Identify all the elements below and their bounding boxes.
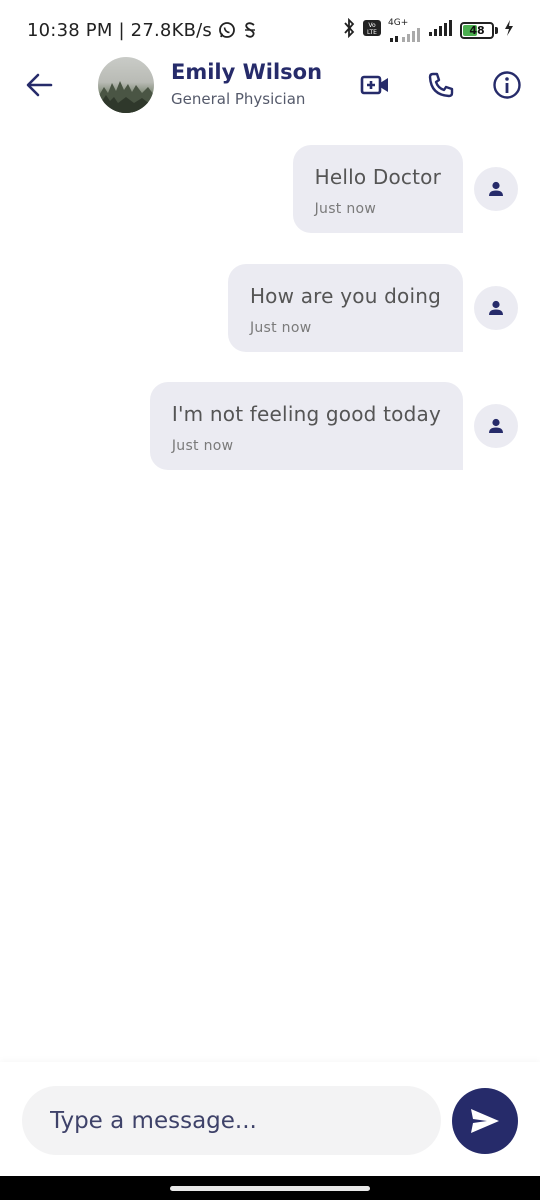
person-icon (489, 418, 503, 433)
battery-cap (495, 26, 498, 34)
doctor-specialty: General Physician (171, 90, 306, 108)
message-bubble[interactable]: I'm not feeling good today Just now (149, 382, 463, 470)
home-indicator[interactable] (170, 1186, 370, 1191)
message-bubble[interactable]: Hello Doctor Just now (292, 145, 463, 233)
message-composer (0, 1062, 540, 1172)
info-button[interactable] (490, 68, 524, 102)
signal-icon (428, 20, 454, 40)
back-button[interactable] (24, 70, 54, 100)
phone-icon (428, 72, 454, 98)
send-icon (471, 1109, 499, 1133)
status-bar: 10:38 PM | 27.8KB/s Vo LTE 4G+ 48 (0, 0, 540, 60)
video-call-icon (360, 75, 388, 95)
status-left: 10:38 PM | 27.8KB/s (27, 20, 258, 41)
system-nav-bar (0, 1176, 540, 1200)
whatsapp-icon (218, 21, 236, 39)
message-input[interactable] (22, 1086, 441, 1155)
message-bubble[interactable]: How are you doing Just now (227, 264, 463, 352)
message-text: I'm not feeling good today (171, 402, 441, 426)
arrow-back-icon (26, 73, 53, 97)
chat-screen: 10:38 PM | 27.8KB/s Vo LTE 4G+ 48 Emily … (0, 0, 540, 1200)
send-button[interactable] (452, 1088, 518, 1154)
message-text: How are you doing (249, 284, 441, 308)
message-row: I'm not feeling good today Just now (149, 382, 518, 470)
sender-avatar (474, 167, 518, 211)
charging-icon (504, 20, 514, 40)
info-icon (493, 71, 521, 99)
svg-text:Vo: Vo (368, 22, 376, 29)
message-row: How are you doing Just now (227, 264, 518, 352)
forest-photo-icon (98, 81, 154, 113)
network-label: 4G+ (388, 17, 409, 28)
call-button[interactable] (424, 68, 458, 102)
person-icon (489, 181, 503, 196)
message-time: Just now (249, 320, 312, 336)
volte-icon: Vo LTE (362, 19, 382, 41)
battery-level: 48 (469, 23, 485, 37)
chat-header: Emily Wilson General Physician (0, 56, 540, 116)
message-time: Just now (171, 438, 234, 454)
svg-text:LTE: LTE (367, 29, 377, 36)
person-icon (489, 300, 503, 315)
doctor-avatar[interactable] (98, 57, 154, 113)
signal-4g-icon: 4G+ (388, 17, 422, 42)
doctor-name: Emily Wilson (171, 60, 323, 84)
video-call-button[interactable] (358, 68, 392, 102)
status-time: 10:38 PM | 27.8KB/s (27, 19, 212, 41)
bluetooth-icon (342, 17, 356, 42)
sim-s-icon (242, 21, 258, 39)
message-row: Hello Doctor Just now (292, 145, 518, 233)
battery-icon: 48 (460, 21, 494, 39)
status-right: Vo LTE 4G+ 48 (342, 17, 514, 42)
sender-avatar (474, 404, 518, 448)
message-time: Just now (314, 201, 377, 217)
sender-avatar (474, 286, 518, 330)
message-text: Hello Doctor (314, 165, 441, 189)
